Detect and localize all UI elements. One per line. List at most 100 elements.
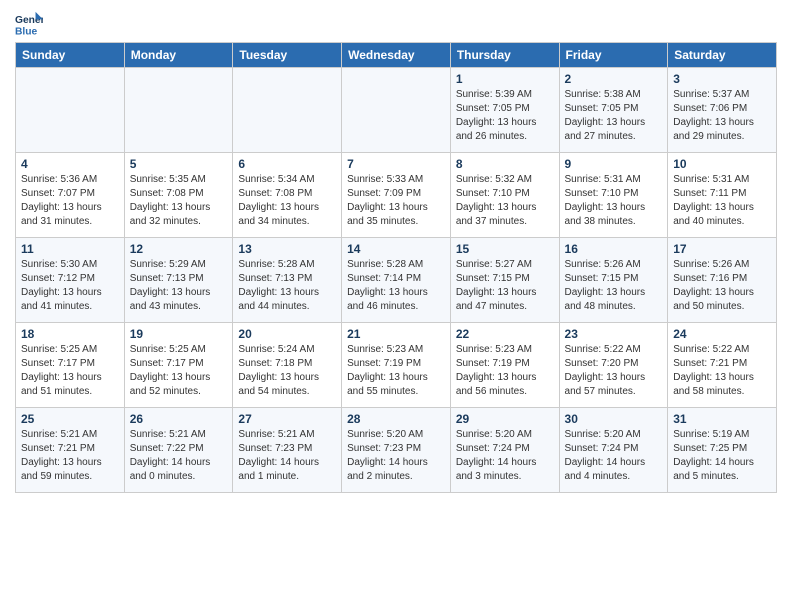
calendar-cell [16,68,125,153]
calendar-cell: 20 Sunrise: 5:24 AM Sunset: 7:18 PM Dayli… [233,323,342,408]
calendar-table: SundayMondayTuesdayWednesdayThursdayFrid… [15,42,777,493]
day-info: Sunrise: 5:33 AM Sunset: 7:09 PM Dayligh… [347,173,445,229]
day-info: Sunrise: 5:39 AM Sunset: 7:05 PM Dayligh… [456,88,554,144]
day-info: Sunrise: 5:34 AM Sunset: 7:08 PM Dayligh… [238,173,336,229]
calendar-cell: 2 Sunrise: 5:38 AM Sunset: 7:05 PM Daylig… [559,68,668,153]
calendar-week-row: 25 Sunrise: 5:21 AM Sunset: 7:21 PM Dayli… [16,408,777,493]
day-number: 10 [673,157,771,171]
calendar-week-row: 4Sunrise: 5:36 AM Sunset: 7:07 PM Daylig… [16,153,777,238]
calendar-cell: 8Sunrise: 5:32 AM Sunset: 7:10 PM Daylig… [450,153,559,238]
weekday-header-cell: Monday [124,43,233,68]
day-info: Sunrise: 5:37 AM Sunset: 7:06 PM Dayligh… [673,88,771,144]
calendar-cell: 31 Sunrise: 5:19 AM Sunset: 7:25 PM Dayli… [668,408,777,493]
calendar-cell: 27 Sunrise: 5:21 AM Sunset: 7:23 PM Dayli… [233,408,342,493]
calendar-cell: 4Sunrise: 5:36 AM Sunset: 7:07 PM Daylig… [16,153,125,238]
calendar-cell: 22Sunrise: 5:23 AM Sunset: 7:19 PM Dayli… [450,323,559,408]
day-info: Sunrise: 5:19 AM Sunset: 7:25 PM Dayligh… [673,428,771,484]
day-info: Sunrise: 5:29 AM Sunset: 7:13 PM Dayligh… [130,258,228,314]
day-info: Sunrise: 5:38 AM Sunset: 7:05 PM Dayligh… [565,88,663,144]
day-info: Sunrise: 5:22 AM Sunset: 7:20 PM Dayligh… [565,343,663,399]
weekday-header-cell: Sunday [16,43,125,68]
day-info: Sunrise: 5:30 AM Sunset: 7:12 PM Dayligh… [21,258,119,314]
day-number: 24 [673,327,771,341]
day-number: 18 [21,327,119,341]
logo: General Blue [15,10,47,38]
day-number: 7 [347,157,445,171]
day-number: 5 [130,157,228,171]
day-number: 3 [673,72,771,86]
day-info: Sunrise: 5:21 AM Sunset: 7:23 PM Dayligh… [238,428,336,484]
calendar-cell: 17 Sunrise: 5:26 AM Sunset: 7:16 PM Dayli… [668,238,777,323]
calendar-cell [342,68,451,153]
svg-text:Blue: Blue [15,26,38,37]
calendar-week-row: 18 Sunrise: 5:25 AM Sunset: 7:17 PM Dayli… [16,323,777,408]
weekday-header-cell: Saturday [668,43,777,68]
calendar-cell [233,68,342,153]
day-info: Sunrise: 5:23 AM Sunset: 7:19 PM Dayligh… [347,343,445,399]
day-info: Sunrise: 5:20 AM Sunset: 7:24 PM Dayligh… [456,428,554,484]
day-number: 1 [456,72,554,86]
day-number: 23 [565,327,663,341]
day-info: Sunrise: 5:26 AM Sunset: 7:15 PM Dayligh… [565,258,663,314]
weekday-header-cell: Friday [559,43,668,68]
day-info: Sunrise: 5:31 AM Sunset: 7:10 PM Dayligh… [565,173,663,229]
day-info: Sunrise: 5:24 AM Sunset: 7:18 PM Dayligh… [238,343,336,399]
day-info: Sunrise: 5:31 AM Sunset: 7:11 PM Dayligh… [673,173,771,229]
day-info: Sunrise: 5:35 AM Sunset: 7:08 PM Dayligh… [130,173,228,229]
day-number: 28 [347,412,445,426]
calendar-cell: 11 Sunrise: 5:30 AM Sunset: 7:12 PM Dayli… [16,238,125,323]
calendar-cell: 5 Sunrise: 5:35 AM Sunset: 7:08 PM Daylig… [124,153,233,238]
header: General Blue [15,10,777,38]
calendar-cell: 12 Sunrise: 5:29 AM Sunset: 7:13 PM Dayli… [124,238,233,323]
calendar-cell: 6 Sunrise: 5:34 AM Sunset: 7:08 PM Daylig… [233,153,342,238]
day-number: 2 [565,72,663,86]
calendar-cell [124,68,233,153]
page-container: General Blue SundayMondayTuesdayWednesda… [0,0,792,508]
calendar-body: 1 Sunrise: 5:39 AM Sunset: 7:05 PM Daylig… [16,68,777,493]
day-number: 29 [456,412,554,426]
day-number: 9 [565,157,663,171]
day-info: Sunrise: 5:26 AM Sunset: 7:16 PM Dayligh… [673,258,771,314]
day-number: 15 [456,242,554,256]
day-number: 13 [238,242,336,256]
weekday-header-cell: Thursday [450,43,559,68]
day-info: Sunrise: 5:27 AM Sunset: 7:15 PM Dayligh… [456,258,554,314]
calendar-cell: 13 Sunrise: 5:28 AM Sunset: 7:13 PM Dayli… [233,238,342,323]
day-info: Sunrise: 5:25 AM Sunset: 7:17 PM Dayligh… [130,343,228,399]
calendar-cell: 3 Sunrise: 5:37 AM Sunset: 7:06 PM Daylig… [668,68,777,153]
day-number: 20 [238,327,336,341]
calendar-cell: 29 Sunrise: 5:20 AM Sunset: 7:24 PM Dayli… [450,408,559,493]
calendar-cell: 19 Sunrise: 5:25 AM Sunset: 7:17 PM Dayli… [124,323,233,408]
day-info: Sunrise: 5:21 AM Sunset: 7:22 PM Dayligh… [130,428,228,484]
day-number: 31 [673,412,771,426]
day-info: Sunrise: 5:20 AM Sunset: 7:24 PM Dayligh… [565,428,663,484]
day-number: 25 [21,412,119,426]
calendar-cell: 1 Sunrise: 5:39 AM Sunset: 7:05 PM Daylig… [450,68,559,153]
day-info: Sunrise: 5:21 AM Sunset: 7:21 PM Dayligh… [21,428,119,484]
calendar-cell: 21 Sunrise: 5:23 AM Sunset: 7:19 PM Dayli… [342,323,451,408]
day-number: 6 [238,157,336,171]
calendar-cell: 7 Sunrise: 5:33 AM Sunset: 7:09 PM Daylig… [342,153,451,238]
day-number: 12 [130,242,228,256]
calendar-week-row: 1 Sunrise: 5:39 AM Sunset: 7:05 PM Daylig… [16,68,777,153]
day-number: 17 [673,242,771,256]
day-number: 8 [456,157,554,171]
day-number: 21 [347,327,445,341]
calendar-cell: 9 Sunrise: 5:31 AM Sunset: 7:10 PM Daylig… [559,153,668,238]
day-number: 16 [565,242,663,256]
calendar-cell: 16 Sunrise: 5:26 AM Sunset: 7:15 PM Dayli… [559,238,668,323]
calendar-cell: 15 Sunrise: 5:27 AM Sunset: 7:15 PM Dayli… [450,238,559,323]
calendar-cell: 18Sunrise: 5:25 AM Sunset: 7:17 PM Dayli… [16,323,125,408]
day-number: 14 [347,242,445,256]
day-info: Sunrise: 5:28 AM Sunset: 7:13 PM Dayligh… [238,258,336,314]
day-number: 11 [21,242,119,256]
calendar-cell: 28 Sunrise: 5:20 AM Sunset: 7:23 PM Dayli… [342,408,451,493]
weekday-header-cell: Tuesday [233,43,342,68]
day-number: 27 [238,412,336,426]
day-info: Sunrise: 5:20 AM Sunset: 7:23 PM Dayligh… [347,428,445,484]
calendar-cell: 26Sunrise: 5:21 AM Sunset: 7:22 PM Dayli… [124,408,233,493]
day-info: Sunrise: 5:23 AM Sunset: 7:19 PM Dayligh… [456,343,554,399]
day-number: 19 [130,327,228,341]
logo-icon: General Blue [15,10,43,38]
calendar-cell: 30Sunrise: 5:20 AM Sunset: 7:24 PM Dayli… [559,408,668,493]
